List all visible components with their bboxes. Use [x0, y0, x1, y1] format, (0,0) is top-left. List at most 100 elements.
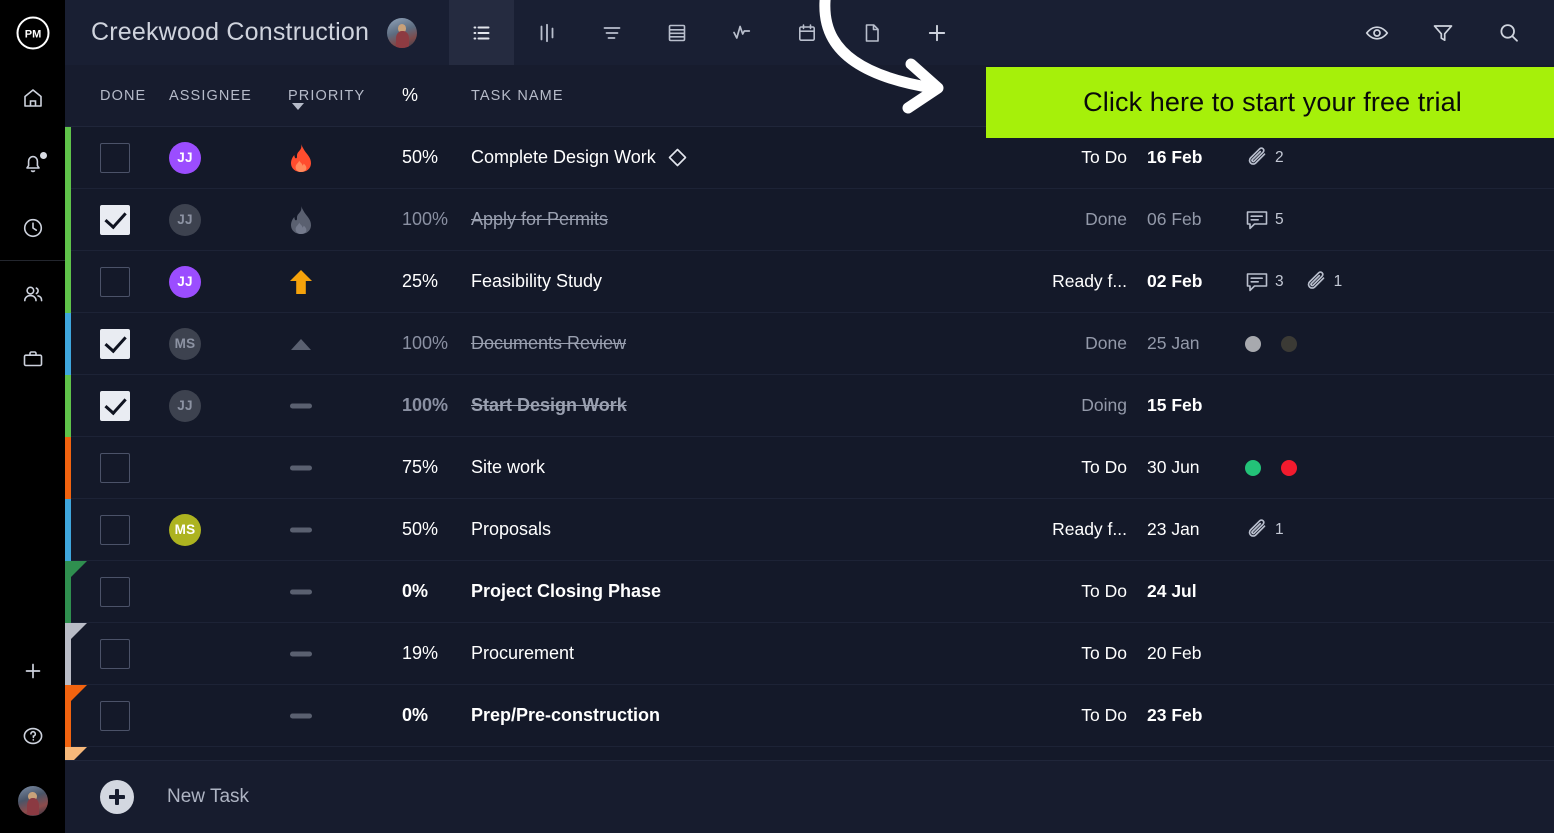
task-done-checkbox[interactable]: [100, 639, 130, 669]
table-row[interactable]: 0% Prep/Pre-construction To Do 23 Feb: [65, 685, 1554, 747]
row-percent-complete[interactable]: 0%: [402, 581, 428, 602]
column-header-done[interactable]: DONE: [100, 88, 146, 104]
search-icon[interactable]: [1476, 0, 1542, 65]
row-due-date[interactable]: 16 Feb: [1147, 147, 1227, 168]
comment-count[interactable]: 5: [1245, 209, 1284, 231]
assignee-avatar[interactable]: JJ: [169, 142, 201, 174]
row-status[interactable]: To Do: [1015, 705, 1127, 726]
row-priority-cell[interactable]: [288, 711, 348, 721]
free-trial-cta-button[interactable]: Click here to start your free trial: [986, 67, 1554, 138]
row-percent-complete[interactable]: 100%: [402, 209, 448, 230]
row-task-name[interactable]: Complete Design Work: [471, 147, 688, 168]
row-task-name[interactable]: Prep/Pre-construction: [471, 705, 660, 726]
row-percent-complete[interactable]: 0%: [402, 705, 428, 726]
task-done-checkbox[interactable]: [100, 391, 130, 421]
tab-calendar-view[interactable]: [774, 0, 839, 65]
row-priority-cell[interactable]: [288, 649, 348, 659]
assignee-avatar[interactable]: JJ: [169, 266, 201, 298]
tab-pages-view[interactable]: [839, 0, 904, 65]
tab-sheet-view[interactable]: [644, 0, 709, 65]
table-row[interactable]: 0%Post ConstructionTo Do12 Jul: [65, 747, 1554, 760]
project-owner-avatar[interactable]: [387, 18, 417, 48]
tab-board-view[interactable]: [514, 0, 579, 65]
column-header-percent[interactable]: %: [402, 85, 419, 106]
row-percent-complete[interactable]: 25%: [402, 271, 438, 292]
row-task-name[interactable]: Proposals: [471, 519, 551, 540]
task-done-checkbox[interactable]: [100, 453, 130, 483]
row-due-date[interactable]: 23 Jan: [1147, 519, 1227, 540]
new-task-button[interactable]: New Task: [167, 786, 249, 808]
row-due-date[interactable]: 06 Feb: [1147, 209, 1227, 230]
table-row[interactable]: JJ 25% Feasibility Study Ready f... 02 Feb 31: [65, 251, 1554, 313]
table-row[interactable]: 0%Project Closing PhaseTo Do24 Jul: [65, 561, 1554, 623]
row-task-name[interactable]: Project Closing Phase: [471, 581, 661, 602]
plus-circle-icon[interactable]: [100, 780, 134, 814]
row-task-name[interactable]: Feasibility Study: [471, 271, 602, 292]
row-percent-complete[interactable]: 100%: [402, 395, 448, 416]
row-status[interactable]: To Do: [1015, 581, 1127, 602]
row-task-name[interactable]: Apply for Permits: [471, 209, 608, 230]
tab-gantt-view[interactable]: [579, 0, 644, 65]
row-due-date[interactable]: 15 Feb: [1147, 395, 1227, 416]
row-priority-cell[interactable]: [288, 205, 348, 235]
task-done-checkbox[interactable]: [100, 267, 130, 297]
row-due-date[interactable]: 20 Feb: [1147, 643, 1227, 664]
row-status[interactable]: To Do: [1015, 457, 1127, 478]
column-header-priority[interactable]: PRIORITY: [288, 88, 365, 104]
column-header-task-name[interactable]: TASK NAME: [471, 88, 564, 104]
column-header-assignee[interactable]: ASSIGNEE: [169, 88, 252, 104]
tag-dot-icon[interactable]: [1281, 460, 1297, 476]
task-done-checkbox[interactable]: [100, 701, 130, 731]
assignee-avatar[interactable]: JJ: [169, 390, 201, 422]
row-status[interactable]: To Do: [1015, 643, 1127, 664]
assignee-avatar[interactable]: MS: [169, 328, 201, 360]
tag-dot-icon[interactable]: [1245, 460, 1261, 476]
row-percent-complete[interactable]: 19%: [402, 643, 438, 664]
row-percent-complete[interactable]: 100%: [402, 333, 448, 354]
tag-dot-icon[interactable]: [1245, 336, 1261, 352]
table-row[interactable]: 75%Site workTo Do30 Jun: [65, 437, 1554, 499]
task-done-checkbox[interactable]: [100, 515, 130, 545]
sidebar-item-profile[interactable]: [0, 768, 65, 833]
attachment-count[interactable]: 2: [1245, 146, 1284, 170]
row-due-date[interactable]: 23 Feb: [1147, 705, 1227, 726]
row-percent-complete[interactable]: 50%: [402, 519, 438, 540]
row-status[interactable]: Done: [1015, 333, 1127, 354]
table-row[interactable]: MS 50% Proposals Ready f... 23 Jan 1: [65, 499, 1554, 561]
row-status[interactable]: Doing: [1015, 395, 1127, 416]
row-due-date[interactable]: 02 Feb: [1147, 271, 1227, 292]
eye-icon[interactable]: [1344, 0, 1410, 65]
tab-workload-view[interactable]: [709, 0, 774, 65]
sidebar-item-add[interactable]: [0, 638, 65, 703]
table-row[interactable]: JJ100%Apply for PermitsDone06 Feb5: [65, 189, 1554, 251]
row-status[interactable]: Ready f...: [1015, 271, 1127, 292]
table-row[interactable]: MS 100% Documents Review Done 25 Jan: [65, 313, 1554, 375]
assignee-avatar[interactable]: MS: [169, 514, 201, 546]
task-done-checkbox[interactable]: [100, 205, 130, 235]
comment-count[interactable]: 3: [1245, 271, 1284, 293]
task-done-checkbox[interactable]: [100, 577, 130, 607]
table-row[interactable]: JJ 100% Start Design Work Doing 15 Feb: [65, 375, 1554, 437]
row-due-date[interactable]: 25 Jan: [1147, 333, 1227, 354]
row-task-name[interactable]: Start Design Work: [471, 395, 627, 416]
pm-logo-icon[interactable]: PM: [0, 0, 65, 65]
tag-dot-icon[interactable]: [1281, 336, 1297, 352]
row-task-name[interactable]: Documents Review: [471, 333, 626, 354]
task-done-checkbox[interactable]: [100, 143, 130, 173]
assignee-avatar[interactable]: JJ: [169, 204, 201, 236]
sidebar-item-people[interactable]: [0, 261, 65, 326]
tab-add-view[interactable]: [904, 0, 969, 65]
sidebar-item-timesheets[interactable]: [0, 195, 65, 260]
row-due-date[interactable]: 30 Jun: [1147, 457, 1227, 478]
sort-descending-caret-icon[interactable]: [292, 103, 304, 110]
sidebar-item-notifications[interactable]: [0, 130, 65, 195]
table-row[interactable]: 19%ProcurementTo Do20 Feb: [65, 623, 1554, 685]
sidebar-item-home[interactable]: [0, 65, 65, 130]
row-status[interactable]: Ready f...: [1015, 519, 1127, 540]
row-priority-cell[interactable]: [288, 401, 348, 411]
attachment-count[interactable]: 1: [1245, 518, 1284, 542]
row-priority-cell[interactable]: [288, 268, 348, 296]
sidebar-item-portfolio[interactable]: [0, 326, 65, 391]
row-priority-cell[interactable]: [288, 336, 348, 352]
attachment-count[interactable]: 1: [1304, 270, 1343, 294]
